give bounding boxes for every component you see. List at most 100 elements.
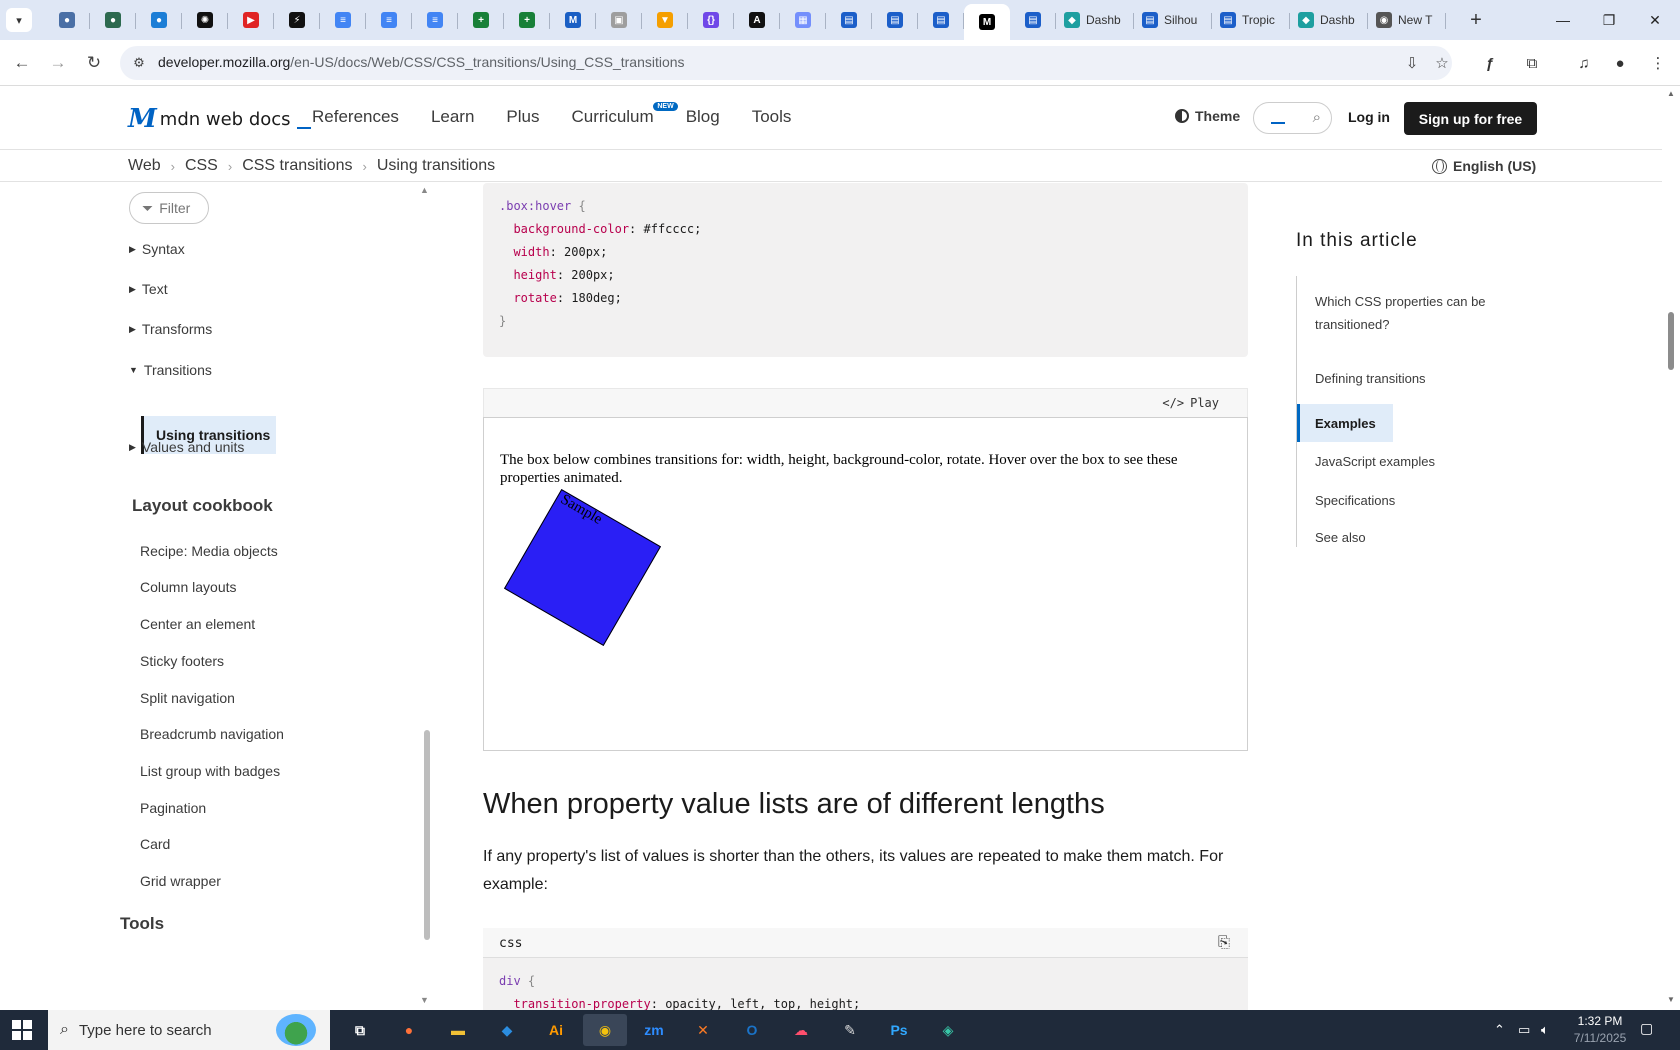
firefox-icon[interactable]: ● (387, 1014, 431, 1046)
xampp-icon[interactable]: ✕ (681, 1014, 725, 1046)
sidebar-scroll-up-icon[interactable]: ▲ (420, 185, 429, 195)
volume-icon[interactable]: 🔈︎ (1541, 1022, 1549, 1038)
browser-tab[interactable]: {} (688, 4, 734, 36)
browser-tab[interactable]: ≡ (366, 4, 412, 36)
windows-start-icon[interactable] (12, 1020, 32, 1040)
restore-button[interactable]: ❐ (1586, 6, 1632, 34)
address-bar[interactable]: ⚙ developer.mozilla.org/en-US/docs/Web/C… (120, 46, 1452, 80)
page-scrollbar-thumb[interactable] (1668, 312, 1674, 370)
nav-blog[interactable]: Blog (686, 107, 720, 127)
nav-learn[interactable]: Learn (431, 107, 474, 127)
breadcrumb-css-transitions[interactable]: CSS transitions (242, 157, 352, 175)
back-button[interactable]: ← (10, 51, 34, 75)
copy-icon[interactable]: ⎘ (1218, 934, 1230, 951)
toc-item-specifications[interactable]: Specifications (1315, 489, 1515, 512)
taskbar-clock[interactable]: 1:32 PM 7/11/2025 (1565, 1013, 1635, 1047)
play-button[interactable]: </> Play (1162, 396, 1219, 410)
sidebar-group-transitions[interactable]: ▼ Transitions (129, 362, 212, 378)
tray-chevron-icon[interactable]: ⌃ (1494, 1022, 1505, 1038)
photoshop-icon[interactable]: Ps (877, 1014, 921, 1046)
install-app-icon[interactable]: ⇩ (1402, 53, 1422, 73)
app-icon[interactable]: ◈ (926, 1014, 970, 1046)
browser-tab[interactable]: ● (44, 4, 90, 36)
sidebar-item-breadcrumb-navigation[interactable]: Breadcrumb navigation (140, 726, 284, 742)
file-explorer-icon[interactable]: ▬ (436, 1014, 480, 1046)
media-control-icon[interactable]: ♫ (1572, 51, 1596, 75)
browser-tab[interactable]: ≡ (320, 4, 366, 36)
browser-tab[interactable]: ≡ (412, 4, 458, 36)
extensions-puzzle-icon[interactable]: ⧉ (1520, 51, 1544, 75)
minimize-button[interactable]: — (1540, 6, 1586, 34)
browser-tab[interactable]: ◉ New T (1368, 4, 1446, 36)
browser-tab[interactable]: ▶ (228, 4, 274, 36)
sidebar-item-card[interactable]: Card (140, 836, 170, 852)
browser-tab[interactable]: ▤ (826, 4, 872, 36)
browser-tab[interactable]: ✺ (182, 4, 228, 36)
demo-box[interactable]: Sample (503, 488, 662, 647)
creative-cloud-icon[interactable]: ☁ (779, 1014, 823, 1046)
browser-tab[interactable]: ▤ Tropic (1212, 4, 1290, 36)
browser-tab[interactable]: ▤ (1010, 4, 1056, 36)
browser-tab[interactable]: M (550, 4, 596, 36)
notification-icon[interactable]: ▢ (1640, 1020, 1653, 1037)
breadcrumb-web[interactable]: Web (128, 157, 161, 175)
sidebar-group-syntax[interactable]: ▶ Syntax (129, 241, 185, 257)
nav-curriculum[interactable]: Curriculum NEW (572, 102, 678, 127)
taskbar-search-input[interactable]: ⌕ Type here to search (48, 1010, 330, 1050)
sidebar-heading-tools[interactable]: Tools (120, 914, 164, 934)
sidebar-filter-input[interactable]: ⏷ Filter (129, 192, 209, 224)
scroll-up-icon[interactable]: ▲ (1667, 89, 1675, 98)
illustrator-icon[interactable]: Ai (534, 1014, 578, 1046)
sidebar-item-split-navigation[interactable]: Split navigation (140, 690, 235, 706)
search-icon[interactable]: ⌕ (1313, 109, 1321, 126)
breadcrumb-using-transitions[interactable]: Using transitions (377, 157, 495, 175)
pen-icon[interactable]: ✎ (828, 1014, 872, 1046)
nav-references[interactable]: References (312, 107, 399, 127)
browser-tab-active[interactable]: M (964, 4, 1010, 40)
search-input[interactable]: ⌕ (1253, 102, 1332, 134)
browser-tab[interactable]: ◆ Dashb (1056, 4, 1134, 36)
toc-item-css-properties[interactable]: Which CSS properties can be transitioned… (1315, 290, 1515, 336)
site-info-icon[interactable]: ⚙ (130, 54, 148, 72)
sidebar-item-pagination[interactable]: Pagination (140, 800, 206, 816)
scroll-down-icon[interactable]: ▼ (1667, 995, 1675, 1004)
sidebar-item-column-layouts[interactable]: Column layouts (140, 579, 237, 595)
mdn-logo[interactable]: M mdn web docs (128, 104, 311, 134)
browser-tab[interactable]: ⚡ (274, 4, 320, 36)
page-scrollbar[interactable]: ▲ ▼ (1662, 87, 1680, 1010)
browser-tab[interactable]: + (458, 4, 504, 36)
sidebar-item-list-group-with-badges[interactable]: List group with badges (140, 763, 280, 779)
sidebar-item-recipe-media-objects[interactable]: Recipe: Media objects (140, 543, 278, 559)
browser-tab[interactable]: + (504, 4, 550, 36)
browser-tab[interactable]: ● (136, 4, 182, 36)
browser-tab[interactable]: ▤ Silhou (1134, 4, 1212, 36)
reload-button[interactable]: ↻ (82, 51, 106, 75)
bookmark-star-icon[interactable]: ☆ (1432, 53, 1452, 73)
tab-search-button[interactable]: ▾ (6, 8, 32, 32)
browser-tab[interactable]: ● (90, 4, 136, 36)
url-text[interactable]: developer.mozilla.org/en-US/docs/Web/CSS… (158, 54, 685, 70)
task-view-icon[interactable]: ⧉ (338, 1014, 382, 1046)
menu-kebab-icon[interactable]: ⋮ (1646, 51, 1670, 75)
nav-plus[interactable]: Plus (506, 107, 539, 127)
sidebar-scrollbar-thumb[interactable] (424, 730, 430, 940)
browser-tab[interactable]: ◆ Dashb (1290, 4, 1368, 36)
sidebar-item-center-an-element[interactable]: Center an element (140, 616, 255, 632)
sidebar-group-values-and-units[interactable]: ▶ Values and units (129, 439, 244, 455)
browser-tab[interactable]: ▼ (642, 4, 688, 36)
browser-tab[interactable]: ▤ (918, 4, 964, 36)
sidebar-item-sticky-footers[interactable]: Sticky footers (140, 653, 224, 669)
sidebar-group-text[interactable]: ▶ Text (129, 281, 168, 297)
breadcrumb-css[interactable]: CSS (185, 157, 218, 175)
outlook-icon[interactable]: O (730, 1014, 774, 1046)
profile-avatar[interactable]: ● (1608, 51, 1632, 75)
browser-tab[interactable]: A (734, 4, 780, 36)
language-switcher[interactable]: English (US) (1432, 158, 1536, 174)
sidebar-heading-layout-cookbook[interactable]: Layout cookbook (132, 496, 273, 516)
extension-fx-icon[interactable]: ƒ (1478, 51, 1502, 75)
sidebar-item-grid-wrapper[interactable]: Grid wrapper (140, 873, 221, 889)
chrome-icon[interactable]: ◉ (583, 1014, 627, 1046)
sidebar-scroll-down-icon[interactable]: ▼ (420, 995, 429, 1005)
toc-item-see-also[interactable]: See also (1315, 526, 1515, 549)
new-tab-button[interactable]: + (1464, 8, 1488, 32)
